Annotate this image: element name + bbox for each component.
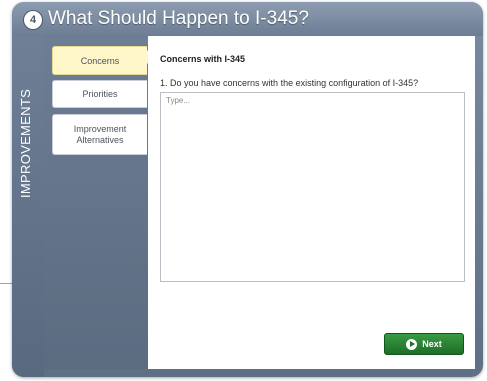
tab-concerns-label: Concerns [80,55,120,66]
question-text: 1. Do you have concerns with the existin… [160,78,419,88]
section-title: Concerns with I-345 [160,54,246,64]
page-title: What Should Happen to I-345? [48,8,309,29]
title-bar: 4 What Should Happen to I-345? [12,2,483,36]
tab-navigation: Concerns Priorities Improvement Alternat… [44,36,148,369]
tab-priorities[interactable]: Priorities [52,80,147,108]
survey-window: 4 What Should Happen to I-345? IMPROVEME… [12,2,483,377]
content-panel: Concerns with I-345 1. Do you have conce… [148,36,475,369]
arrow-right-circle-icon [406,338,418,350]
tab-priorities-label: Priorities [82,89,118,99]
stray-divider-line [0,283,12,284]
tab-improvement-alternatives-label: Improvement Alternatives [73,123,127,145]
step-number-icon: 4 [24,11,42,29]
section-label: IMPROVEMENTS [18,88,33,198]
section-strip: IMPROVEMENTS [12,36,44,377]
next-button[interactable]: Next [384,333,464,355]
tab-improvement-alternatives[interactable]: Improvement Alternatives [52,114,147,155]
answer-textarea[interactable] [160,92,465,282]
next-button-label: Next [422,339,442,349]
tab-concerns[interactable]: Concerns [52,46,147,75]
